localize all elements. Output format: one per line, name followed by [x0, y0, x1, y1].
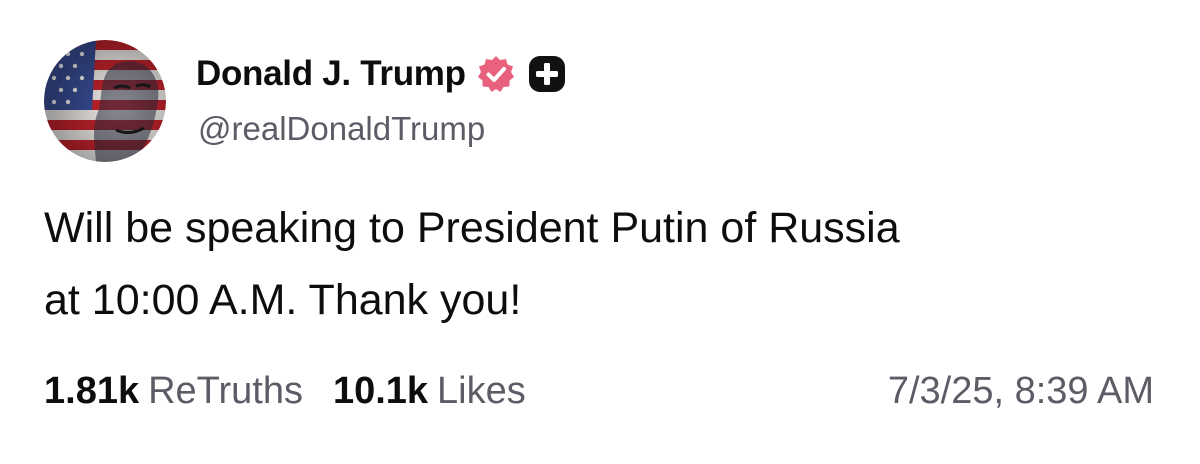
- author-display-name[interactable]: Donald J. Trump: [196, 54, 466, 94]
- retruths-stat[interactable]: 1.81k ReTruths: [44, 370, 303, 413]
- truth-post: Donald J. Trump @realDonaldTrump Will be…: [0, 0, 1200, 464]
- author-header: Donald J. Trump: [196, 50, 568, 98]
- likes-count: 10.1k: [332, 370, 429, 412]
- avatar-image: [44, 40, 166, 162]
- post-stats: 1.81k ReTruths 10.1k Likes: [44, 370, 526, 413]
- verified-badge-icon: [476, 54, 516, 94]
- likes-label: Likes: [437, 370, 526, 412]
- post-text: Will be speaking to President Putin of R…: [44, 204, 900, 324]
- plus-badge-icon: [526, 53, 568, 95]
- post-timestamp[interactable]: 7/3/25, 8:39 AM: [888, 370, 1154, 413]
- avatar[interactable]: [44, 40, 166, 162]
- likes-stat[interactable]: 10.1k Likes: [333, 370, 526, 413]
- retruths-label: ReTruths: [148, 370, 303, 412]
- author-handle[interactable]: @realDonaldTrump: [198, 110, 485, 148]
- retruths-count: 1.81k: [44, 370, 140, 412]
